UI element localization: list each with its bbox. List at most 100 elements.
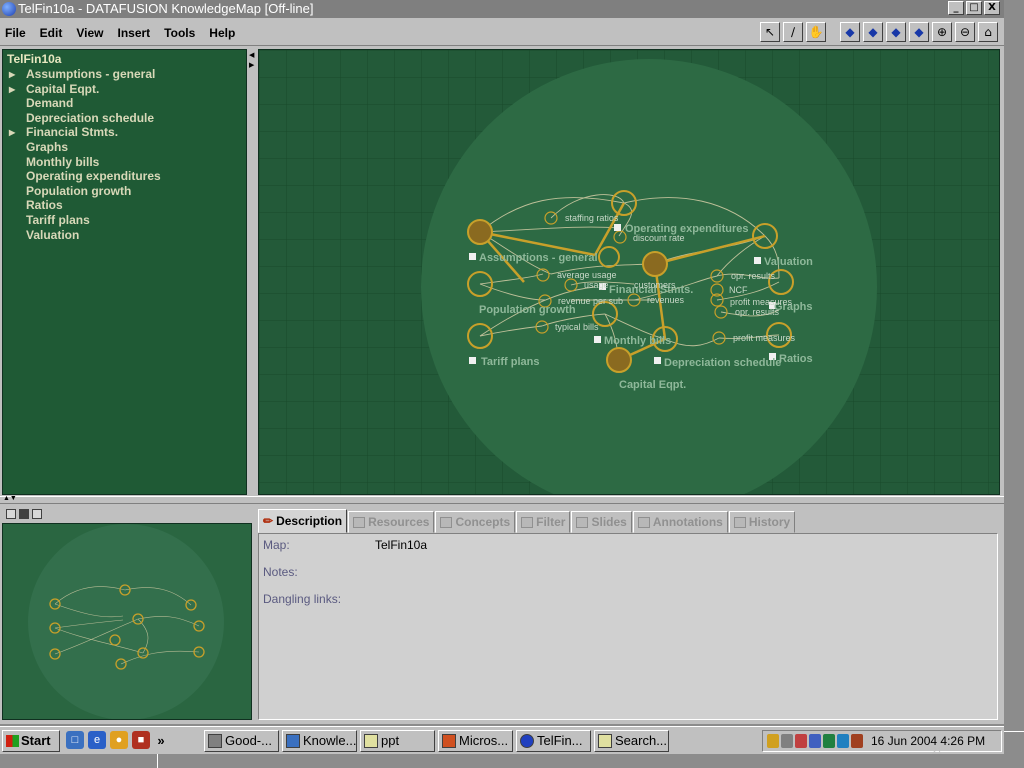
ie-icon bbox=[286, 734, 300, 748]
tree-item[interactable]: Tariff plans bbox=[7, 213, 161, 228]
map-label: Map: bbox=[263, 538, 290, 552]
collapse-left-icon[interactable]: ◀ bbox=[249, 51, 254, 59]
layout-2-icon[interactable]: ◆ bbox=[863, 22, 883, 42]
tray-icon[interactable] bbox=[823, 734, 835, 748]
slides-icon bbox=[576, 516, 589, 528]
menu-tools[interactable]: Tools bbox=[164, 26, 195, 40]
layout-3-icon[interactable]: ◆ bbox=[886, 22, 906, 42]
clock[interactable]: 16 Jun 2004 4:26 PM bbox=[871, 734, 985, 748]
pointer-icon[interactable]: ↖ bbox=[760, 22, 780, 42]
tab-history[interactable]: History bbox=[728, 511, 796, 533]
close-button[interactable]: X bbox=[984, 1, 1000, 15]
menu-help[interactable]: Help bbox=[209, 26, 235, 40]
detail-tabs: ✏ Description Resources Concepts Filter S… bbox=[258, 509, 796, 533]
ie-icon[interactable]: e bbox=[88, 731, 106, 749]
start-button[interactable]: Start bbox=[2, 730, 60, 752]
link-label: revenues bbox=[647, 295, 685, 305]
tree-item[interactable]: Graphs bbox=[7, 140, 161, 155]
task-button[interactable]: TelFin... bbox=[516, 730, 591, 752]
vertical-splitter[interactable]: ◀ ▶ bbox=[248, 49, 257, 495]
tree-item[interactable]: Valuation bbox=[7, 228, 161, 243]
tree-item[interactable]: ▶ Capital Eqpt. bbox=[7, 82, 161, 97]
task-button[interactable]: Micros... bbox=[438, 730, 513, 752]
app-icon bbox=[208, 734, 222, 748]
collapse-up-icon[interactable]: ▲▼ bbox=[3, 495, 17, 502]
windows-logo-icon bbox=[6, 735, 19, 747]
dangling-links-label: Dangling links: bbox=[263, 592, 342, 606]
speaker-icon[interactable] bbox=[781, 734, 793, 748]
expand-icon[interactable]: ▶ bbox=[9, 83, 15, 97]
document-icon bbox=[469, 253, 476, 260]
tray-icon[interactable] bbox=[767, 734, 779, 748]
tab-slides[interactable]: Slides bbox=[571, 511, 632, 533]
map-overview[interactable] bbox=[2, 523, 252, 720]
expand-icon[interactable]: ▶ bbox=[9, 126, 15, 140]
globe-icon bbox=[2, 2, 16, 16]
description-panel: Map: TelFin10a Notes: Dangling links: bbox=[258, 533, 998, 720]
tab-description[interactable]: ✏ Description bbox=[258, 509, 348, 533]
tree-root[interactable]: TelFin10a bbox=[7, 52, 61, 66]
document-icon bbox=[654, 357, 661, 364]
tree-item[interactable]: Monthly bills bbox=[7, 155, 161, 170]
restore-button[interactable]: □ bbox=[966, 1, 982, 15]
minimize-button[interactable]: _ bbox=[948, 1, 964, 15]
tray-icon[interactable] bbox=[795, 734, 807, 748]
link-label: opr. results bbox=[735, 307, 780, 317]
overview-option-icon[interactable] bbox=[19, 509, 29, 519]
zoom-out-icon[interactable]: ⊖ bbox=[955, 22, 975, 42]
tray-icon[interactable] bbox=[809, 734, 821, 748]
tree-item[interactable]: ▶ Financial Stmts. bbox=[7, 125, 161, 140]
task-button[interactable]: Knowle... bbox=[282, 730, 357, 752]
hand-icon[interactable]: ✋ bbox=[806, 22, 826, 42]
menu-file[interactable]: File bbox=[5, 26, 26, 40]
zoom-in-icon[interactable]: ⊕ bbox=[932, 22, 952, 42]
tree-item[interactable]: Operating expenditures bbox=[7, 169, 161, 184]
link-label: profit measures bbox=[733, 333, 796, 343]
tree-item[interactable]: Ratios bbox=[7, 198, 161, 213]
search-icon bbox=[598, 734, 612, 748]
overview-option-icon[interactable] bbox=[32, 509, 42, 519]
concept-label: Assumptions - general bbox=[479, 252, 598, 264]
tray-icon[interactable] bbox=[851, 734, 863, 748]
link-label: staffing ratios bbox=[565, 213, 619, 223]
link-label: average usage bbox=[557, 270, 617, 280]
tree-item[interactable]: Demand bbox=[7, 96, 161, 111]
layout-1-icon[interactable]: ◆ bbox=[840, 22, 860, 42]
tab-annotations[interactable]: Annotations bbox=[632, 511, 728, 533]
tree-item[interactable]: Depreciation schedule bbox=[7, 111, 161, 126]
filter-icon bbox=[521, 516, 534, 528]
link-tool-icon[interactable]: ∕ bbox=[783, 22, 803, 42]
media-icon[interactable]: ● bbox=[110, 731, 128, 749]
tree-item[interactable]: Population growth bbox=[7, 184, 161, 199]
task-button[interactable]: ppt bbox=[360, 730, 435, 752]
tray-icon[interactable] bbox=[837, 734, 849, 748]
task-button[interactable]: Search... bbox=[594, 730, 669, 752]
overview-option-icon[interactable] bbox=[6, 509, 16, 519]
link-label: discount rate bbox=[633, 233, 685, 243]
map-name-value: TelFin10a bbox=[375, 538, 428, 552]
tree-item[interactable]: ▶ Assumptions - general bbox=[7, 67, 161, 82]
tab-concepts[interactable]: Concepts bbox=[435, 511, 516, 533]
home-icon[interactable]: ⌂ bbox=[978, 22, 998, 42]
layout-4-icon[interactable]: ◆ bbox=[909, 22, 929, 42]
link-label: NCF bbox=[729, 285, 748, 295]
menu-edit[interactable]: Edit bbox=[40, 26, 63, 40]
task-button[interactable]: Good-... bbox=[204, 730, 279, 752]
concept-node bbox=[467, 219, 493, 245]
expand-icon[interactable]: ▶ bbox=[9, 68, 15, 82]
task-buttons: Good-... Knowle... ppt Micros... TelFin.… bbox=[204, 730, 669, 752]
tab-resources[interactable]: Resources bbox=[348, 511, 435, 533]
collapse-right-icon[interactable]: ▶ bbox=[249, 61, 254, 69]
menu-view[interactable]: View bbox=[76, 26, 103, 40]
tab-filter[interactable]: Filter bbox=[516, 511, 571, 533]
horizontal-splitter[interactable]: ▲▼ bbox=[0, 495, 1004, 504]
menu-insert[interactable]: Insert bbox=[117, 26, 150, 40]
pencil-icon: ✏ bbox=[263, 514, 274, 528]
link-label: typical bills bbox=[555, 322, 599, 332]
concept-label: Capital Eqpt. bbox=[619, 379, 686, 391]
more-chevron[interactable]: » bbox=[154, 733, 168, 748]
taskbar: Start □ e ● ■ » Good-... Knowle... ppt M… bbox=[0, 726, 1004, 754]
desktop-icon[interactable]: □ bbox=[66, 731, 84, 749]
app-icon[interactable]: ■ bbox=[132, 731, 150, 749]
knowledge-map-canvas[interactable]: Assumptions - general Operating expendit… bbox=[258, 49, 1000, 495]
